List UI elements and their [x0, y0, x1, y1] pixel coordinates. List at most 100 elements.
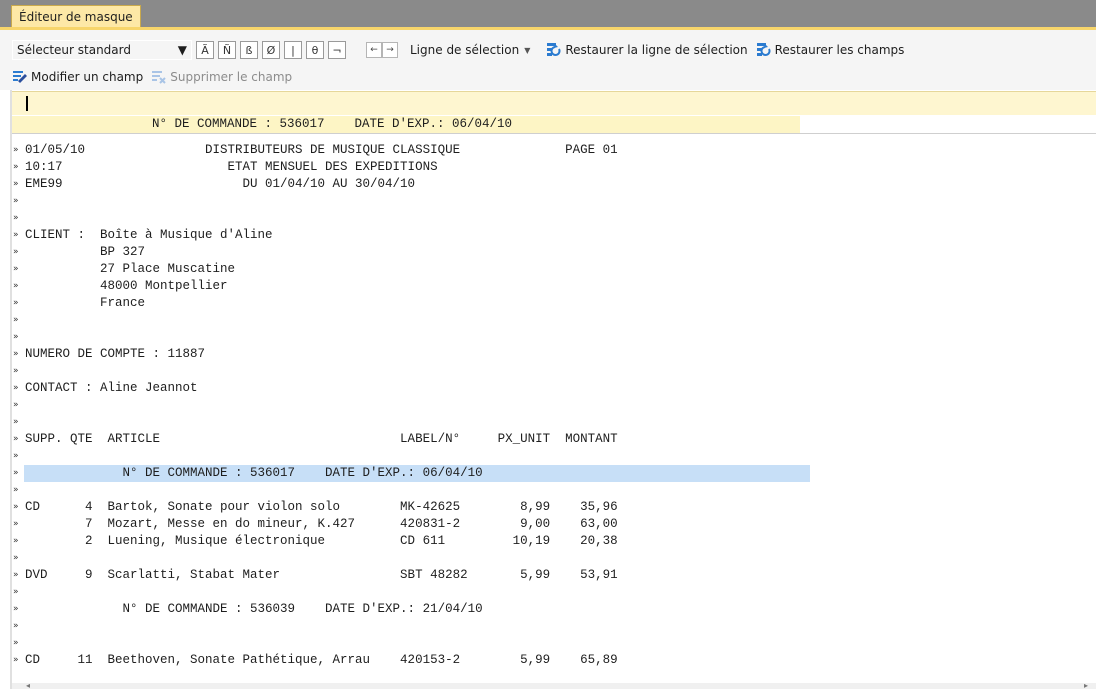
report-line[interactable]: » — [12, 584, 1096, 601]
mask-edit-line[interactable] — [12, 91, 1096, 115]
line-marker-icon: » — [13, 247, 19, 257]
line-marker-icon: » — [13, 179, 19, 189]
report-line[interactable]: » — [12, 329, 1096, 346]
line-marker-icon: » — [13, 434, 19, 444]
report-line[interactable]: » — [12, 550, 1096, 567]
report-line-text: 2 Luening, Musique électronique CD 611 1… — [25, 534, 618, 548]
report-line-text: 27 Place Muscatine — [25, 262, 236, 276]
tab-mask-editor[interactable]: Éditeur de masque — [11, 5, 141, 27]
edit-field-icon — [13, 71, 27, 83]
char-button-n-tilde[interactable]: Ñ — [218, 41, 236, 59]
report-line[interactable]: » — [12, 482, 1096, 499]
report-line[interactable]: » — [12, 210, 1096, 227]
chevron-down-icon: ▼ — [524, 45, 531, 55]
window-tab-strip: Éditeur de masque — [0, 0, 1096, 27]
char-button-pipe[interactable]: | — [284, 41, 302, 59]
report-line[interactable]: » — [12, 635, 1096, 652]
line-marker-icon: » — [13, 536, 19, 546]
char-button-not[interactable]: ¬ — [328, 41, 346, 59]
report-line-text: NUMERO DE COMPTE : 11887 — [25, 347, 206, 361]
report-line-text: N° DE COMMANDE : 536017 DATE D'EXP.: 06/… — [25, 466, 483, 480]
char-button-a-tilde[interactable]: Ã — [196, 41, 214, 59]
line-marker-icon: » — [13, 502, 19, 512]
line-marker-icon: » — [13, 230, 19, 240]
report-line-text: CONTACT : Aline Jeannot — [25, 381, 198, 395]
report-line[interactable]: » N° DE COMMANDE : 536017 DATE D'EXP.: 0… — [12, 465, 1096, 482]
chevron-down-icon: ▼ — [177, 43, 187, 57]
line-marker-icon: » — [13, 383, 19, 393]
report-line-text: CD 11 Beethoven, Sonate Pathétique, Arra… — [25, 653, 618, 667]
report-line-text: DVD 9 Scarlatti, Stabat Mater SBT 48282 … — [25, 568, 618, 582]
report-line[interactable]: » CD 4 Bartok, Sonate pour violon solo MK… — [12, 499, 1096, 516]
text-cursor — [26, 96, 28, 111]
modify-field-button[interactable]: Modifier un champ — [12, 69, 143, 85]
delete-field-button[interactable]: Supprimer le champ — [151, 69, 292, 85]
nav-right-button[interactable]: → — [382, 42, 398, 58]
report-line[interactable]: » — [12, 618, 1096, 635]
line-marker-icon: » — [13, 417, 19, 427]
report-line-text: SUPP. QTE ARTICLE LABEL/N° PX_UNIT MONTA… — [25, 432, 618, 446]
report-line[interactable]: » 27 Place Muscatine — [12, 261, 1096, 278]
nav-left-button[interactable]: ← — [366, 42, 382, 58]
line-marker-icon: » — [13, 315, 19, 325]
report-line[interactable]: » DVD 9 Scarlatti, Stabat Mater SBT 48282… — [12, 567, 1096, 584]
report-line-text: 10:17 ETAT MENSUEL DES EXPEDITIONS — [25, 160, 438, 174]
selector-value: Sélecteur standard — [17, 43, 131, 57]
line-marker-icon: » — [13, 400, 19, 410]
char-button-eszett[interactable]: ß — [240, 41, 258, 59]
selection-line-dropdown[interactable]: Ligne de sélection — [410, 43, 519, 57]
report-view[interactable]: » 01/05/10 DISTRIBUTEURS DE MUSIQUE CLASS… — [12, 133, 1096, 686]
report-line[interactable]: » France — [12, 295, 1096, 312]
report-line[interactable]: » 48000 Montpellier — [12, 278, 1096, 295]
report-line[interactable]: » CONTACT : Aline Jeannot — [12, 380, 1096, 397]
report-line[interactable]: » EME99 DU 01/04/10 AU 30/04/10 — [12, 176, 1096, 193]
toolbar-row-1: Sélecteur standard ▼ Ã Ñ ß Ø | θ ¬ ← → L… — [12, 39, 904, 61]
report-line[interactable]: » — [12, 312, 1096, 329]
modify-field-label: Modifier un champ — [31, 70, 144, 84]
line-marker-icon: » — [13, 655, 19, 665]
report-line[interactable]: » BP 327 — [12, 244, 1096, 261]
report-line[interactable]: » CLIENT : Boîte à Musique d'Aline — [12, 227, 1096, 244]
line-marker-icon: » — [13, 196, 19, 206]
horizontal-scrollbar[interactable]: ◂ ▸ — [12, 681, 1096, 690]
report-line[interactable]: » — [12, 414, 1096, 431]
report-line-text: 01/05/10 DISTRIBUTEURS DE MUSIQUE CLASSI… — [25, 143, 618, 157]
report-line[interactable]: » 01/05/10 DISTRIBUTEURS DE MUSIQUE CLASS… — [12, 142, 1096, 159]
selector-dropdown[interactable]: Sélecteur standard ▼ — [12, 40, 192, 60]
report-line-text: France — [25, 296, 146, 310]
restore-selection-label: Restaurer la ligne de sélection — [565, 43, 748, 57]
line-marker-icon: » — [13, 570, 19, 580]
line-marker-icon: » — [13, 213, 19, 223]
report-line-text: CLIENT : Boîte à Musique d'Aline — [25, 228, 273, 242]
report-line[interactable]: » 10:17 ETAT MENSUEL DES EXPEDITIONS — [12, 159, 1096, 176]
restore-fields-button[interactable]: Restaurer les champs — [756, 42, 905, 58]
toolbar-row-2: Modifier un champ Supprimer le champ — [12, 67, 292, 87]
report-line-text: N° DE COMMANDE : 536039 DATE D'EXP.: 21/… — [25, 602, 483, 616]
char-button-theta[interactable]: θ — [306, 41, 324, 59]
line-marker-icon: » — [13, 451, 19, 461]
line-marker-icon: » — [13, 621, 19, 631]
line-marker-icon: » — [13, 638, 19, 648]
mask-preview-filler — [800, 116, 1096, 133]
line-marker-icon: » — [13, 366, 19, 376]
line-marker-icon: » — [13, 485, 19, 495]
restore-selection-icon — [547, 43, 561, 56]
char-button-o-slash[interactable]: Ø — [262, 41, 280, 59]
report-line[interactable]: » 7 Mozart, Messe en do mineur, K.427 42… — [12, 516, 1096, 533]
report-line[interactable]: » CD 11 Beethoven, Sonate Pathétique, Arr… — [12, 652, 1096, 669]
report-line-text: 48000 Montpellier — [25, 279, 228, 293]
report-line[interactable]: » NUMERO DE COMPTE : 11887 — [12, 346, 1096, 363]
restore-fields-label: Restaurer les champs — [774, 43, 905, 57]
report-line[interactable]: » — [12, 193, 1096, 210]
report-line[interactable]: » — [12, 363, 1096, 380]
mask-preview-text: N° DE COMMANDE : 536017 DATE D'EXP.: 06/… — [152, 117, 513, 131]
report-line[interactable]: » 2 Luening, Musique électronique CD 611… — [12, 533, 1096, 550]
line-marker-icon: » — [13, 162, 19, 172]
line-marker-icon: » — [13, 298, 19, 308]
report-line[interactable]: » N° DE COMMANDE : 536039 DATE D'EXP.: 2… — [12, 601, 1096, 618]
restore-selection-line-button[interactable]: Restaurer la ligne de sélection — [546, 42, 748, 58]
report-line[interactable]: » SUPP. QTE ARTICLE LABEL/N° PX_UNIT MONT… — [12, 431, 1096, 448]
report-line[interactable]: » — [12, 397, 1096, 414]
line-marker-icon: » — [13, 281, 19, 291]
report-line[interactable]: » — [12, 448, 1096, 465]
